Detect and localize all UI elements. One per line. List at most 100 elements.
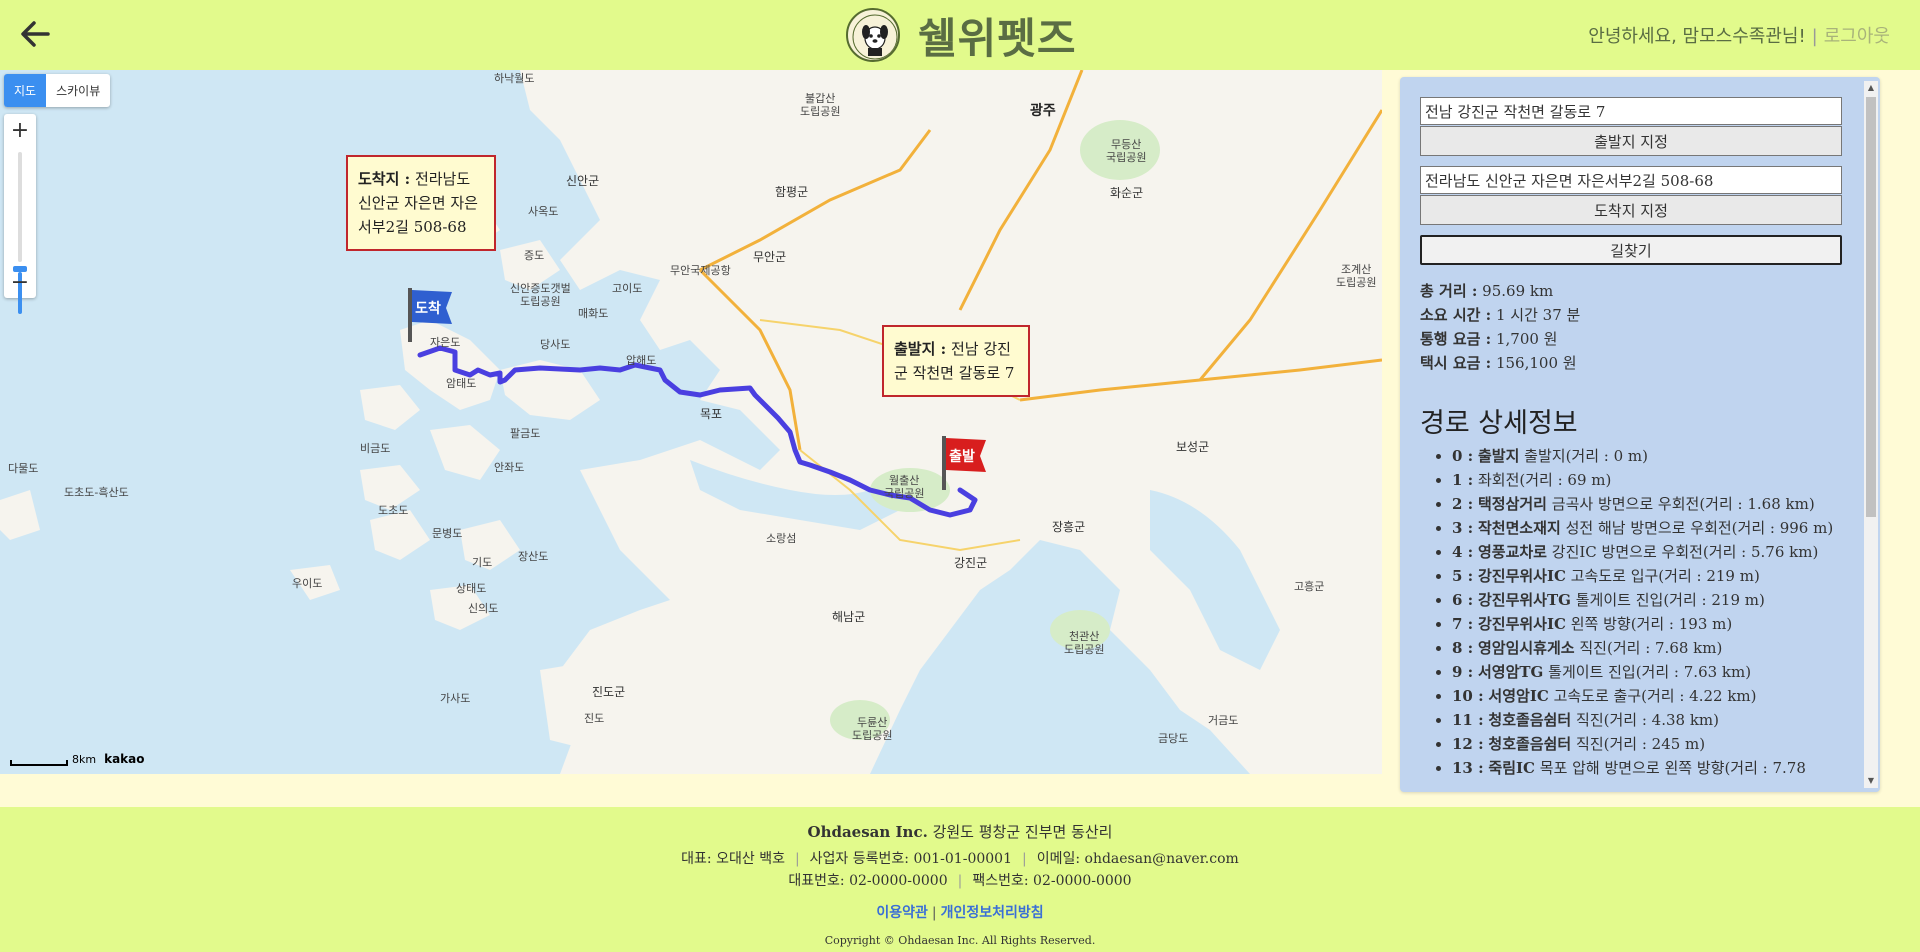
route-step-name: 작천면소재지 [1477,519,1561,537]
back-arrow-icon[interactable] [16,14,56,54]
zoom-slider-track[interactable] [18,152,22,262]
map-label-goido: 고이도 [612,282,643,295]
route-step-index: 4 : [1452,543,1474,561]
route-step-name: 죽림IC [1488,759,1535,777]
map-label-gido: 기도 [472,556,493,569]
route-step-desc: 왼쪽 방향(거리 : 193 m) [1570,615,1733,633]
route-step-index: 5 : [1452,567,1474,585]
footer-links: 이용약관 | 개인정보처리방침 [876,905,1044,921]
route-step-name: 강진무위사IC [1477,567,1566,585]
departure-flag-text: 출발 [949,448,975,465]
route-step-item: 3 : 작천면소재지 성전 해남 방면으로 우회전(거리 : 996 m) [1452,516,1844,540]
taxi-fare-value: 156,100 원 [1495,354,1577,372]
route-step-desc: 고속도로 출구(거리 : 4.22 km) [1553,687,1757,705]
arrival-label: 도착지 : [358,170,411,188]
total-distance-label: 총 거리 : [1420,282,1478,300]
privacy-link[interactable]: 개인정보처리방침 [941,905,1044,921]
route-step-item: 11 : 청호졸음쉼터 직진(거리 : 4.38 km) [1452,708,1844,732]
map-label-goheung: 고흥군 [1294,580,1325,593]
route-step-item: 4 : 영풍교차로 강진IC 방면으로 우회전(거리 : 5.76 km) [1452,540,1844,564]
site-title: 쉘위펫즈 [918,13,1077,63]
map-label-mokpo: 목포 [700,407,723,421]
map-label-duryunsan: 두륜산 도립공원 [852,716,893,742]
route-step-item: 6 : 강진무위사TG 톨게이트 진입(거리 : 219 m) [1452,588,1844,612]
scroll-up-arrow-icon[interactable]: ▲ [1864,81,1878,95]
footer-copyright: Copyright © Ohdaesan Inc. All Rights Res… [824,934,1096,947]
route-step-name: 영풍교차로 [1477,543,1547,561]
route-step-name: 청호졸음쉼터 [1488,711,1572,729]
footer-fax: 팩스번호: 02-0000-0000 [972,873,1132,889]
route-step-desc: 고속도로 입구(거리 : 219 m) [1570,567,1760,585]
route-step-item: 9 : 서영암TG 톨게이트 진입(거리 : 7.63 km) [1452,660,1844,684]
route-step-item: 1 : 좌회전(거리 : 69 m) [1452,468,1844,492]
footer-contact-line: 대표번호: 02-0000-0000 | 팩스번호: 02-0000-0000 [788,873,1132,889]
arrival-flag-text: 도착 [415,300,441,317]
route-step-index: 6 : [1452,591,1474,609]
toll-fee-value: 1,700 원 [1495,330,1558,348]
header: 쉘위펫즈 안녕하세요, 맘모스수족관님! | 로그아웃 [0,0,1920,70]
arrival-flag-icon[interactable]: 도착 [400,284,456,344]
zoom-in-button[interactable]: + [4,114,36,146]
kakao-logo: kakao [104,752,145,766]
greeting-text: 안녕하세요, 맘모스수족관님! [1588,26,1806,47]
route-step-desc: 직진(거리 : 7.68 km) [1579,639,1723,657]
route-step-desc: 강진IC 방면으로 우회전(거리 : 5.76 km) [1551,543,1819,561]
route-step-desc: 좌회전(거리 : 69 m) [1477,471,1612,489]
panel-scrollbar[interactable]: ▲ ▼ [1864,81,1878,788]
map-label-jeungdo: 증도 [524,249,545,262]
map-label-palgeum: 팔금도 [510,427,541,440]
logo[interactable]: 쉘위펫즈 [846,5,1077,65]
find-route-button[interactable]: 길찾기 [1420,235,1842,265]
scale-text: 8km [72,753,97,766]
map-label-docho-heuksan: 도초도-흑산도 [64,486,129,499]
route-step-desc: 성전 해남 방면으로 우회전(거리 : 996 m) [1565,519,1834,537]
route-step-index: 13 : [1452,759,1484,777]
route-step-index: 9 : [1452,663,1474,681]
zoom-control: + − [4,114,36,314]
map-label-uido: 우이도 [292,577,323,590]
departure-flag-icon[interactable]: 출발 [934,432,990,492]
route-step-index: 11 : [1452,711,1484,729]
set-start-button[interactable]: 출발지 지정 [1420,126,1842,156]
route-step-name: 출발지 [1477,447,1520,465]
start-address-input[interactable] [1420,97,1842,125]
map-label-sangtae: 상태도 [456,582,487,595]
route-panel: 출발지 지정 도착지 지정 길찾기 총 거리 : 95.69 km 소요 시간 … [1400,77,1880,792]
map-label-gangjin: 강진군 [954,556,988,570]
map-label-jangsan: 장산도 [518,550,549,563]
map-label-geogeumdo: 거금도 [1208,714,1239,727]
map-label-aphaedo: 압해도 [626,354,657,367]
maptype-map-button[interactable]: 지도 [4,74,47,107]
route-step-index: 2 : [1452,495,1474,513]
scrollbar-thumb[interactable] [1866,97,1876,517]
map-label-muan: 무안군 [753,250,787,264]
end-address-input[interactable] [1420,166,1842,194]
footer-bizno: 사업자 등록번호: 001-01-00001 [809,851,1012,867]
map-label-jindo-gun: 진도군 [592,685,626,699]
route-step-desc: 톨게이트 진입(거리 : 219 m) [1575,591,1765,609]
toll-fee-label: 통행 요금 : [1420,330,1492,348]
taxi-fare: 택시 요금 : 156,100 원 [1420,351,1844,375]
route-step-desc: 직진(거리 : 245 m) [1576,735,1706,753]
zoom-out-button[interactable]: − [4,266,36,298]
logout-link[interactable]: 로그아웃 [1824,26,1890,47]
map-label-hampyeong: 함평군 [775,185,809,199]
map-label-wolchulsan: 월출산 국립공원 [884,474,925,500]
route-step-item: 0 : 출발지 출발지(거리 : 0 m) [1452,444,1844,468]
map-label-soranseom: 소랑섬 [766,532,797,545]
route-step-item: 5 : 강진무위사IC 고속도로 입구(거리 : 219 m) [1452,564,1844,588]
map-label-boseong: 보성군 [1176,440,1210,454]
scroll-down-arrow-icon[interactable]: ▼ [1864,774,1878,788]
map-label-sinan: 신안군 [566,174,600,188]
taxi-fare-label: 택시 요금 : [1420,354,1492,372]
set-end-button[interactable]: 도착지 지정 [1420,195,1842,225]
maptype-skyview-button[interactable]: 스카이뷰 [46,74,110,107]
footer-address: 강원도 평창군 진부면 동산리 [932,823,1113,841]
route-summary: 총 거리 : 95.69 km 소요 시간 : 1 시간 37 분 통행 요금 … [1420,279,1844,375]
terms-link[interactable]: 이용약관 [876,905,928,921]
route-map[interactable]: 광주 함평군 무안군 무안국제공항 목포 화순군 보성군 장흥군 강진군 해남군… [0,70,1382,774]
route-step-name: 영암임시휴게소 [1477,639,1575,657]
footer: Ohdaesan Inc. 강원도 평창군 진부면 동산리 대표: 오대산 백호… [0,807,1920,952]
map-label-jogyesan: 조계산 도립공원 [1336,263,1377,289]
map-label-geumdangdo: 금당도 [1158,732,1189,745]
